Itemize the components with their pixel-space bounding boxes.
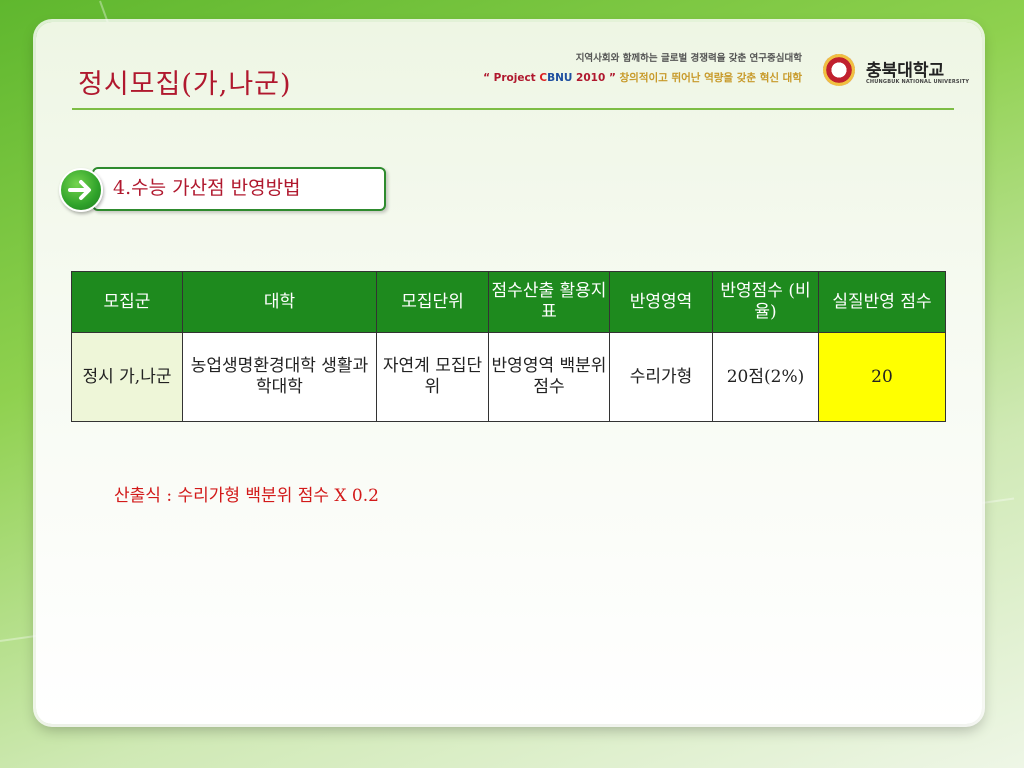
- section-heading: 4.수능 가산점 반영방법: [113, 177, 301, 199]
- university-name: 충북대학교: [866, 61, 945, 81]
- formula-text: 산출식 : 수리가형 백분위 점수 X 0.2: [114, 486, 379, 506]
- arrow-right-icon: [59, 168, 103, 212]
- header-recruit-unit: 모집단위: [376, 271, 489, 333]
- cell-college: 농업생명환경대학 생활과학대학: [182, 332, 377, 422]
- slogan-quote-open: “ Project: [483, 72, 540, 84]
- cell-recruit-unit: 자연계 모집단위: [376, 332, 489, 422]
- slogan-line1: 지역사회와 함께하는 글로벌 경쟁력을 갖춘 연구중심대학: [575, 53, 802, 64]
- slogan-tail: 창의적이고 뛰어난 역량을 갖춘 혁신 대학: [619, 72, 803, 84]
- slogan-line2: “ Project CBNU 2010 ” 창의적이고 뛰어난 역량을 갖춘 혁…: [400, 70, 802, 85]
- score-table: 모집군 대학 모집단위 점수산출 활용지표 반영영역 반영점수 (비율) 실질반…: [71, 271, 946, 422]
- slogan-c: C: [539, 72, 548, 84]
- university-emblem-icon: [823, 54, 855, 86]
- page-title: 정시모집(가,나군): [78, 69, 292, 100]
- slogan-year: 2010 ”: [572, 72, 616, 84]
- slogan-bnu: BNU: [547, 72, 573, 84]
- header-college: 대학: [182, 271, 377, 333]
- cell-recruit-group: 정시 가,나군: [71, 332, 183, 422]
- table-header-row: 모집군 대학 모집단위 점수산출 활용지표 반영영역 반영점수 (비율) 실질반…: [71, 271, 946, 333]
- university-name-en: CHUNGBUK NATIONAL UNIVERSITY: [866, 79, 970, 85]
- header-score-ratio: 반영점수 (비율): [712, 271, 819, 333]
- header-actual-score: 실질반영 점수: [818, 271, 946, 333]
- header-subject-area: 반영영역: [609, 271, 713, 333]
- cell-score-index: 반영영역 백분위점수: [488, 332, 610, 422]
- cell-score-ratio: 20점(2%): [712, 332, 819, 422]
- cell-actual-score: 20: [818, 332, 946, 422]
- table-row: 정시 가,나군 농업생명환경대학 생활과학대학 자연계 모집단위 반영영역 백분…: [71, 332, 946, 422]
- header-divider: [72, 108, 954, 110]
- cell-subject-area: 수리가형: [609, 332, 713, 422]
- header-score-index: 점수산출 활용지표: [488, 271, 610, 333]
- header-recruit-group: 모집군: [71, 271, 183, 333]
